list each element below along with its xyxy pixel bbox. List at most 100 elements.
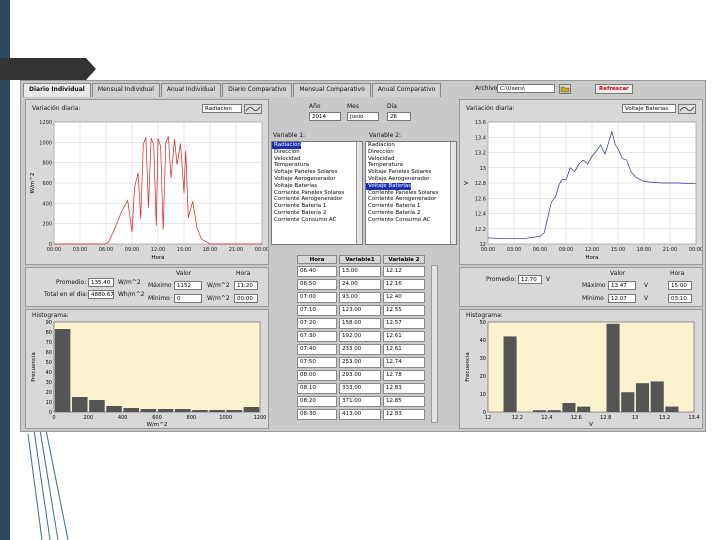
left-variable-select[interactable]: Radiacion (202, 104, 242, 113)
dia-input[interactable]: 26 (387, 112, 411, 121)
table-scrollbar[interactable] (431, 265, 438, 423)
variable2-option[interactable]: Voltaje Baterías (366, 182, 412, 190)
right-min-label: Mínimo (582, 295, 604, 302)
right-hist-y-tick: 50 (480, 320, 486, 326)
left-stats-pane: Valor Hora Promedio: 135.40 W/m^2 Máximo… (25, 267, 269, 307)
right-chart-x-tick: 18:00 (637, 247, 651, 253)
variable2-option[interactable]: Velocidad (366, 156, 456, 163)
left-plot-legend-button[interactable] (244, 104, 262, 114)
right-chart-x-tick: 15:00 (611, 247, 625, 253)
right-hist-y-tick: 30 (480, 356, 486, 362)
tab-1[interactable]: Mensual Individual (91, 83, 160, 97)
right-max-hora: 15:00 (668, 281, 692, 290)
variable1-option[interactable]: Voltaje Baterías (272, 183, 362, 190)
right-min-value: 12.07 (608, 294, 636, 303)
right-chart-pane: Variación diaria: Voltaje Baterias 12 12.… (459, 99, 703, 265)
right-line-chart: 1212.212.412.612.81313.213.413.600:00 03:… (464, 120, 702, 261)
right-max-label: Máximo (582, 282, 606, 289)
left-hist-bar (140, 409, 157, 412)
variable1-option[interactable]: Velocidad (272, 156, 362, 163)
variable1-option[interactable]: Temperatura (272, 162, 362, 169)
right-hist-bar (503, 336, 517, 412)
right-variable-select[interactable]: Voltaje Baterias (622, 104, 676, 113)
left-hist-x-tick: 600 (152, 415, 162, 421)
left-chart-y-tick: 800 (42, 161, 52, 167)
table-cell: 12.61 (383, 344, 425, 355)
variable1-option[interactable]: Dirección (272, 149, 362, 156)
archivo-label: Archivo: (475, 85, 500, 92)
left-min-hora: 00:00 (234, 294, 258, 303)
left-max-value: 1152 (174, 281, 202, 290)
table-cell: 413.00 (339, 409, 381, 420)
left-hist-bar (54, 329, 71, 412)
refresh-button[interactable]: Refrescar (595, 84, 633, 94)
variable1-option[interactable]: Corriente Paneles Solares (272, 190, 362, 197)
variable2-option[interactable]: Corriente Batería 1 (366, 203, 456, 210)
left-hist-x-tick: 800 (187, 415, 197, 421)
left-max-hora: 11:20 (234, 281, 258, 290)
tab-4[interactable]: Mensual Comparativo (293, 83, 371, 97)
left-hist-y-tick: 50 (46, 360, 52, 366)
variable2-option[interactable]: Corriente Batería 2 (366, 210, 456, 217)
variable2-scrollbar[interactable] (450, 142, 456, 244)
folder-browse-button[interactable] (559, 84, 571, 94)
variable1-option[interactable]: Corriente Consumo AC (272, 217, 362, 224)
tab-5[interactable]: Anual Comparativo (371, 83, 442, 97)
right-promedio-label: Promedio: (486, 276, 517, 283)
variable2-option[interactable]: Corriente Consumo AC (366, 217, 456, 224)
right-chart-y-tick: 12.6 (475, 196, 486, 202)
variable2-option[interactable]: Radiacion (366, 142, 456, 149)
variable2-option[interactable]: Temperatura (366, 162, 456, 169)
tab-3[interactable]: Diario Comparativo (222, 83, 293, 97)
decorative-lines (27, 430, 69, 540)
variable2-option[interactable]: Voltaje Paneles Solares (366, 169, 456, 176)
right-chart-x-tick: 12:00 (585, 247, 599, 253)
ano-input[interactable]: 2014 (309, 112, 341, 121)
variable2-option[interactable]: Voltaje Aerogenerador (366, 176, 456, 183)
archivo-path-field[interactable]: C:\Users\ (497, 84, 555, 93)
variable2-label: Variable 2: (369, 132, 402, 139)
right-chart-ylabel: V (464, 181, 470, 185)
mes-input[interactable]: Junio (347, 112, 379, 121)
variable1-option[interactable]: Corriente Batería 2 (272, 210, 362, 217)
variable1-listbox[interactable]: Radiacion Dirección Velocidad Temperatura Vo… (271, 141, 363, 245)
table-header: Variable1 (339, 255, 381, 264)
right-hist-xlabel: V (589, 422, 593, 428)
right-chart-x-tick: 09:00 (559, 247, 573, 253)
right-chart-y-tick: 12.2 (475, 227, 486, 233)
left-total-value: 4880.67 (88, 290, 114, 299)
left-hist-x-tick: 200 (84, 415, 94, 421)
right-hist-bar (650, 381, 664, 412)
variable1-option[interactable]: Voltaje Paneles Solares (272, 169, 362, 176)
plot-line-icon (245, 106, 261, 112)
variable1-option[interactable]: Voltaje Aerogenerador (272, 176, 362, 183)
right-hist-y-tick: 10 (480, 392, 486, 398)
right-hist-bar (577, 406, 591, 412)
left-hist-y-tick: 10 (46, 400, 52, 406)
left-hora-header: Hora (236, 270, 251, 277)
variable1-option[interactable]: Radiacion (272, 142, 301, 149)
tab-0[interactable]: Diario Individual (23, 83, 91, 97)
right-chart-y-tick: 13.6 (475, 120, 486, 126)
variable2-listbox[interactable]: Radiacion Dirección Velocidad Temperatura Vo… (365, 141, 457, 245)
right-hist-x-tick: 12.8 (600, 415, 611, 421)
table-cell: 06:50 (297, 279, 337, 290)
variable2-option[interactable]: Corriente Paneles Solares (366, 190, 456, 197)
table-cell: 253.00 (339, 357, 381, 368)
tab-2[interactable]: Anual Individual (160, 83, 222, 97)
left-chart-y-tick: 1200 (39, 120, 52, 126)
left-hist-bar (226, 410, 243, 412)
table-cell: 12.74 (383, 357, 425, 368)
table-cell: 08:20 (297, 396, 337, 407)
right-hist-bar (665, 406, 679, 412)
right-chart-x-tick: 00:00 (481, 247, 495, 253)
variable1-option[interactable]: Corriente Batería 1 (272, 203, 362, 210)
left-chart-y-tick: 600 (42, 181, 52, 187)
right-hist-x-tick: 12.4 (541, 415, 552, 421)
right-hist-bar (635, 383, 650, 412)
variable1-scrollbar[interactable] (356, 142, 362, 244)
left-max-unit: W/m^2 (207, 282, 230, 289)
right-plot-legend-button[interactable] (678, 104, 696, 114)
variable2-option[interactable]: Dirección (366, 149, 456, 156)
left-hist-bar (106, 406, 122, 412)
